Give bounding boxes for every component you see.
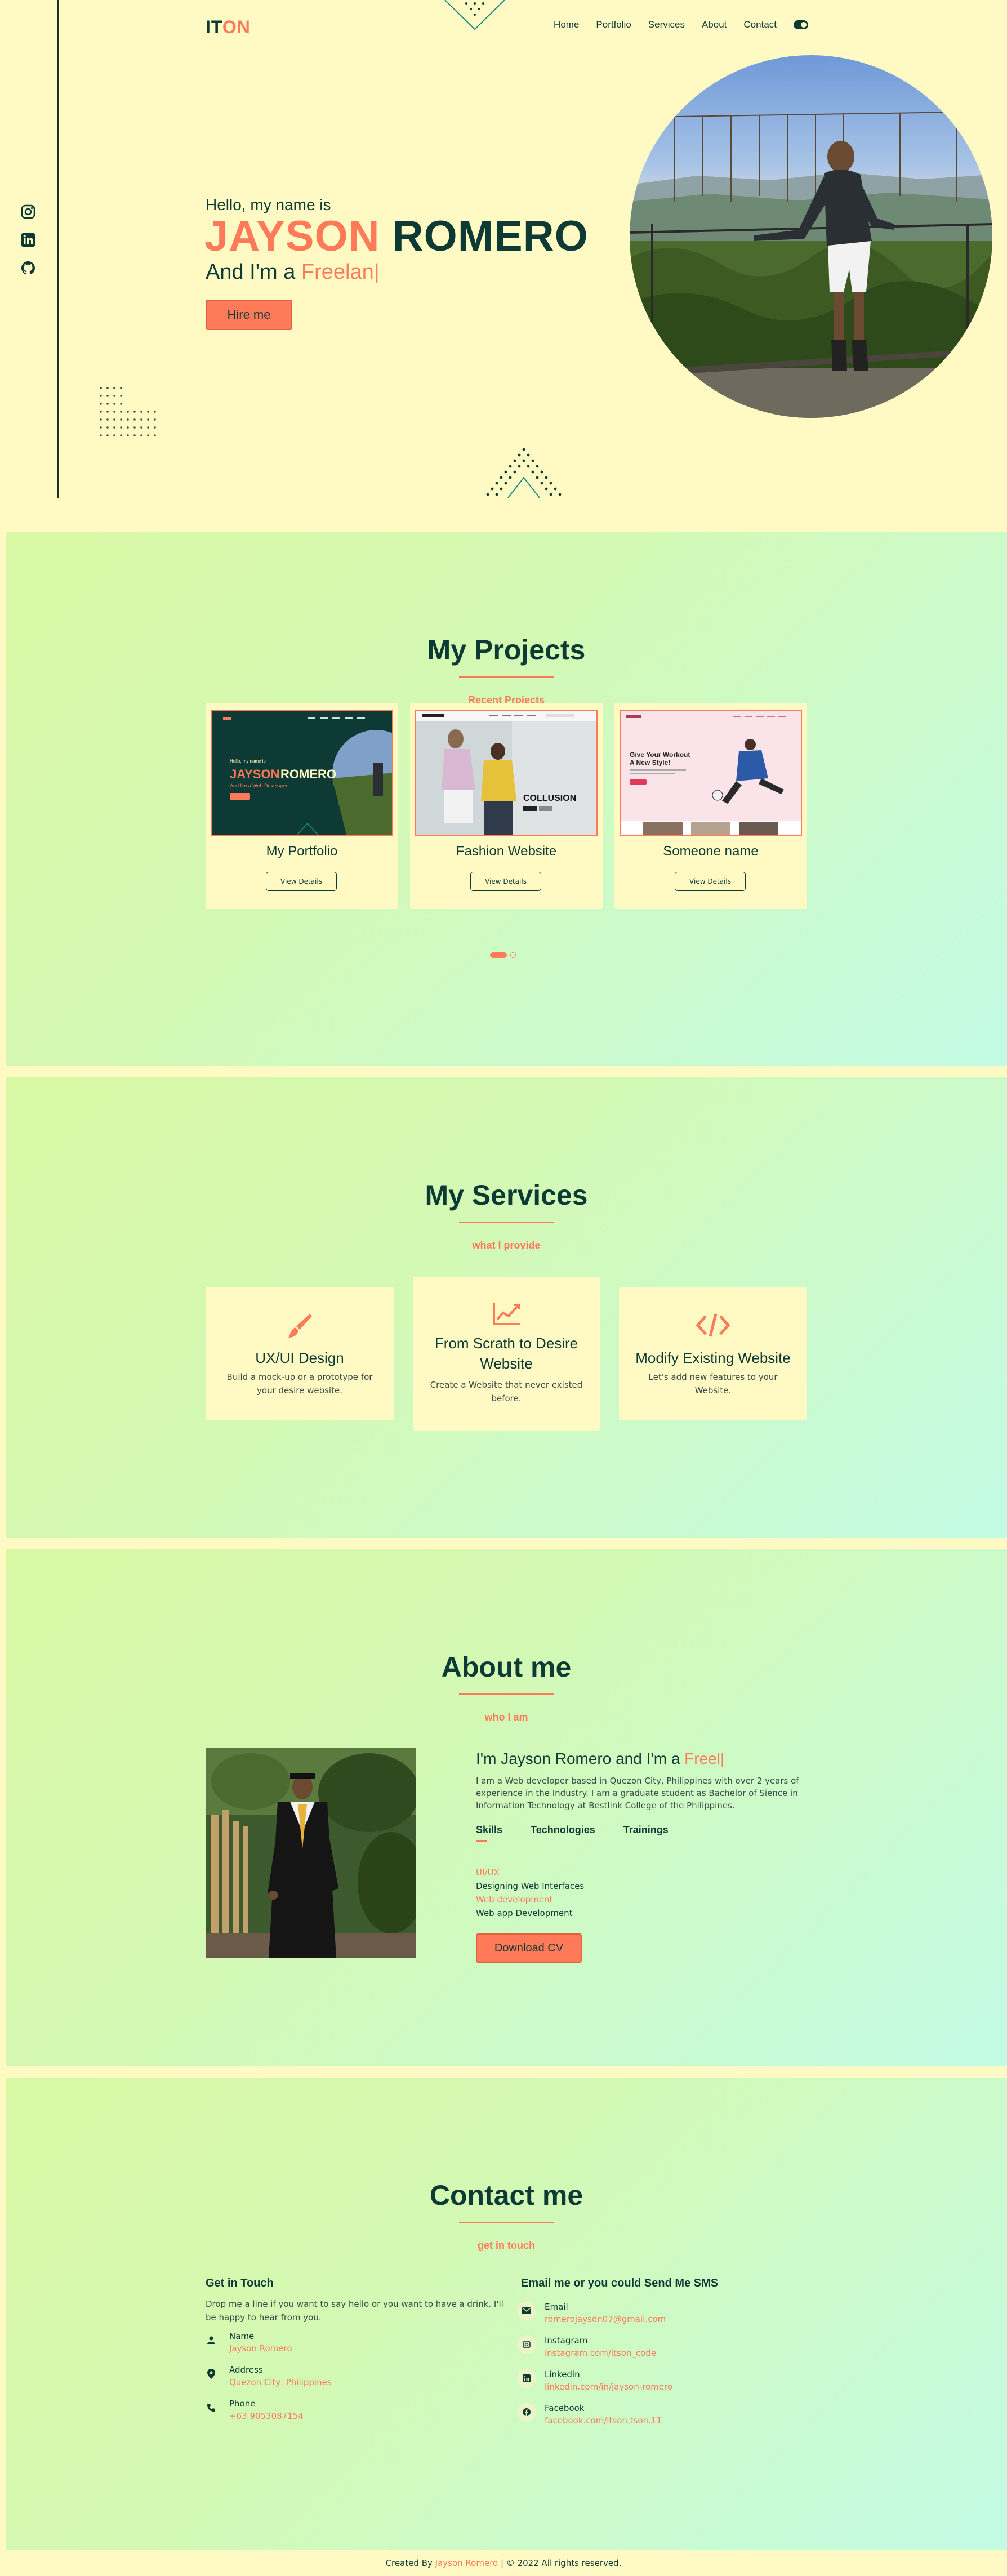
envelope-icon bbox=[521, 2305, 532, 2316]
typed-role: Freelan| bbox=[301, 260, 380, 284]
project-card-portfolio: Hello, my name is JAYSON ROMERO And I'm … bbox=[206, 703, 398, 909]
contact-title-underline bbox=[459, 2222, 554, 2223]
nav-links: Home Portfolio Services About Contact bbox=[554, 19, 808, 30]
service-title: Modify Existing Website bbox=[635, 1349, 791, 1366]
service-description: Let's add new features to your Website. bbox=[648, 1372, 778, 1396]
contact-intro: Drop me a line if you want to say hello … bbox=[206, 2299, 503, 2323]
svg-text:JAYSON: JAYSON bbox=[230, 767, 279, 781]
projects-section: My Projects Recent Projects Hello, my na… bbox=[6, 532, 1007, 1066]
project-thumbnail[interactable]: Hello, my name is JAYSON ROMERO And I'm … bbox=[211, 710, 393, 836]
typed-role: Freel| bbox=[684, 1750, 725, 1767]
footer-author[interactable]: Jayson Romero bbox=[435, 2558, 498, 2568]
service-title: UX/UI Design bbox=[255, 1349, 344, 1366]
hero-section: ITON Home Portfolio Services About Conta… bbox=[0, 0, 1007, 498]
linkedin-icon bbox=[521, 2373, 532, 2384]
code-icon bbox=[619, 1312, 807, 1339]
about-text: I am a Web developer based in Quezon Cit… bbox=[476, 1776, 799, 1811]
service-description: Build a mock-up or a prototype for your … bbox=[226, 1372, 373, 1396]
nav-contact[interactable]: Contact bbox=[743, 19, 777, 30]
hero-name: JAYSON ROMERO bbox=[204, 212, 589, 260]
service-card-modify: Modify Existing Website Let's add new fe… bbox=[619, 1287, 807, 1420]
footer: Created By Jayson Romero | © 2022 All ri… bbox=[0, 2550, 1007, 2576]
tab-trainings[interactable]: Trainings bbox=[623, 1824, 669, 1836]
dot-grid-decoration bbox=[100, 387, 156, 436]
vertical-divider bbox=[57, 0, 59, 498]
linkedin-icon[interactable] bbox=[20, 232, 36, 248]
project-title: Someone name bbox=[663, 844, 759, 859]
contact-subtitle: get in touch bbox=[478, 2240, 535, 2251]
view-details-button[interactable]: View Details bbox=[470, 872, 541, 891]
about-subtitle: who I am bbox=[484, 1712, 528, 1723]
svg-text:ROMERO: ROMERO bbox=[280, 767, 336, 781]
email-sms-heading: Email me or you could Send Me SMS bbox=[521, 2277, 719, 2289]
project-title: My Portfolio bbox=[266, 844, 338, 859]
services-subtitle: what I provide bbox=[472, 1240, 541, 1251]
location-icon bbox=[206, 2368, 217, 2379]
hero-role: And I'm a Freelan| bbox=[206, 260, 380, 284]
view-details-button[interactable]: View Details bbox=[266, 872, 337, 891]
view-details-button[interactable]: View Details bbox=[675, 872, 746, 891]
about-title: About me bbox=[441, 1651, 572, 1683]
svg-text:Give Your Workout: Give Your Workout bbox=[630, 751, 690, 759]
svg-text:COLLUSION: COLLUSION bbox=[523, 794, 576, 803]
skill-detail: Designing Web Interfaces bbox=[476, 1881, 585, 1891]
skills-list: UI/UX Designing Web Interfaces Web devel… bbox=[476, 1866, 584, 1920]
navbar: ITON Home Portfolio Services About Conta… bbox=[206, 15, 808, 39]
about-section: About me who I am I'm Jayson Romero and … bbox=[6, 1549, 1007, 2066]
brush-icon bbox=[206, 1312, 394, 1341]
about-title-underline bbox=[459, 1693, 554, 1695]
user-icon bbox=[206, 2334, 217, 2346]
instagram-icon bbox=[521, 2339, 532, 2350]
about-tabs: Skills Technologies Trainings bbox=[476, 1824, 669, 1836]
active-tab-indicator bbox=[476, 1840, 487, 1842]
skill-name: Web development bbox=[476, 1895, 553, 1905]
dotted-triangle-decoration bbox=[486, 448, 562, 498]
project-thumbnail[interactable]: COLLUSION bbox=[415, 710, 598, 836]
instagram-icon[interactable] bbox=[20, 204, 36, 220]
nav-about[interactable]: About bbox=[702, 19, 727, 30]
phone-icon bbox=[206, 2402, 217, 2413]
pagination-dot[interactable] bbox=[510, 952, 516, 958]
hire-me-button[interactable]: Hire me bbox=[206, 300, 292, 330]
project-card-someone: Give Your Workout A New Style! Someone n… bbox=[614, 703, 807, 909]
tab-technologies[interactable]: Technologies bbox=[531, 1824, 595, 1836]
services-title-underline bbox=[459, 1222, 554, 1223]
svg-text:And I'm a Web Developer: And I'm a Web Developer bbox=[230, 783, 287, 788]
services-section: My Services what I provide UX/UI Design … bbox=[6, 1077, 1007, 1538]
pagination-dot-active[interactable] bbox=[490, 952, 507, 958]
project-title: Fashion Website bbox=[456, 844, 557, 859]
contact-title: Contact me bbox=[429, 2180, 583, 2211]
service-description: Create a Website that never existed befo… bbox=[430, 1380, 583, 1403]
facebook-icon bbox=[521, 2406, 532, 2418]
services-title: My Services bbox=[425, 1179, 588, 1211]
get-in-touch-heading: Get in Touch bbox=[206, 2277, 274, 2289]
carousel-pagination bbox=[490, 952, 516, 958]
nav-services[interactable]: Services bbox=[648, 19, 685, 30]
about-photo bbox=[206, 1748, 416, 1958]
project-thumbnail[interactable]: Give Your Workout A New Style! bbox=[620, 710, 802, 836]
service-card-uxui: UX/UI Design Build a mock-up or a protot… bbox=[206, 1287, 394, 1420]
service-title: From Scrath to Desire Website bbox=[434, 1335, 578, 1372]
theme-toggle-icon[interactable] bbox=[794, 20, 808, 29]
chart-line-icon bbox=[413, 1302, 600, 1326]
skill-detail: Web app Development bbox=[476, 1908, 573, 1918]
skill-name: UI/UX bbox=[476, 1868, 500, 1878]
svg-text:A New Style!: A New Style! bbox=[630, 759, 670, 766]
service-card-scratch: From Scrath to Desire Website Create a W… bbox=[413, 1277, 600, 1431]
github-icon[interactable] bbox=[20, 260, 36, 276]
project-card-fashion: COLLUSION Fashion Website View Details bbox=[410, 703, 603, 909]
social-sidebar bbox=[20, 204, 36, 276]
projects-title: My Projects bbox=[427, 634, 586, 666]
download-cv-button[interactable]: Download CV bbox=[476, 1933, 582, 1963]
svg-text:Hello, my name is: Hello, my name is bbox=[230, 759, 266, 764]
contact-section: Contact me get in touch Get in Touch Dro… bbox=[6, 2078, 1007, 2550]
hero-photo bbox=[630, 55, 992, 418]
about-heading: I'm Jayson Romero and I'm a Freel| bbox=[476, 1750, 725, 1767]
projects-title-underline bbox=[459, 676, 554, 678]
nav-portfolio[interactable]: Portfolio bbox=[596, 19, 631, 30]
logo[interactable]: ITON bbox=[206, 17, 251, 38]
nav-home[interactable]: Home bbox=[554, 19, 579, 30]
tab-skills[interactable]: Skills bbox=[476, 1824, 502, 1836]
